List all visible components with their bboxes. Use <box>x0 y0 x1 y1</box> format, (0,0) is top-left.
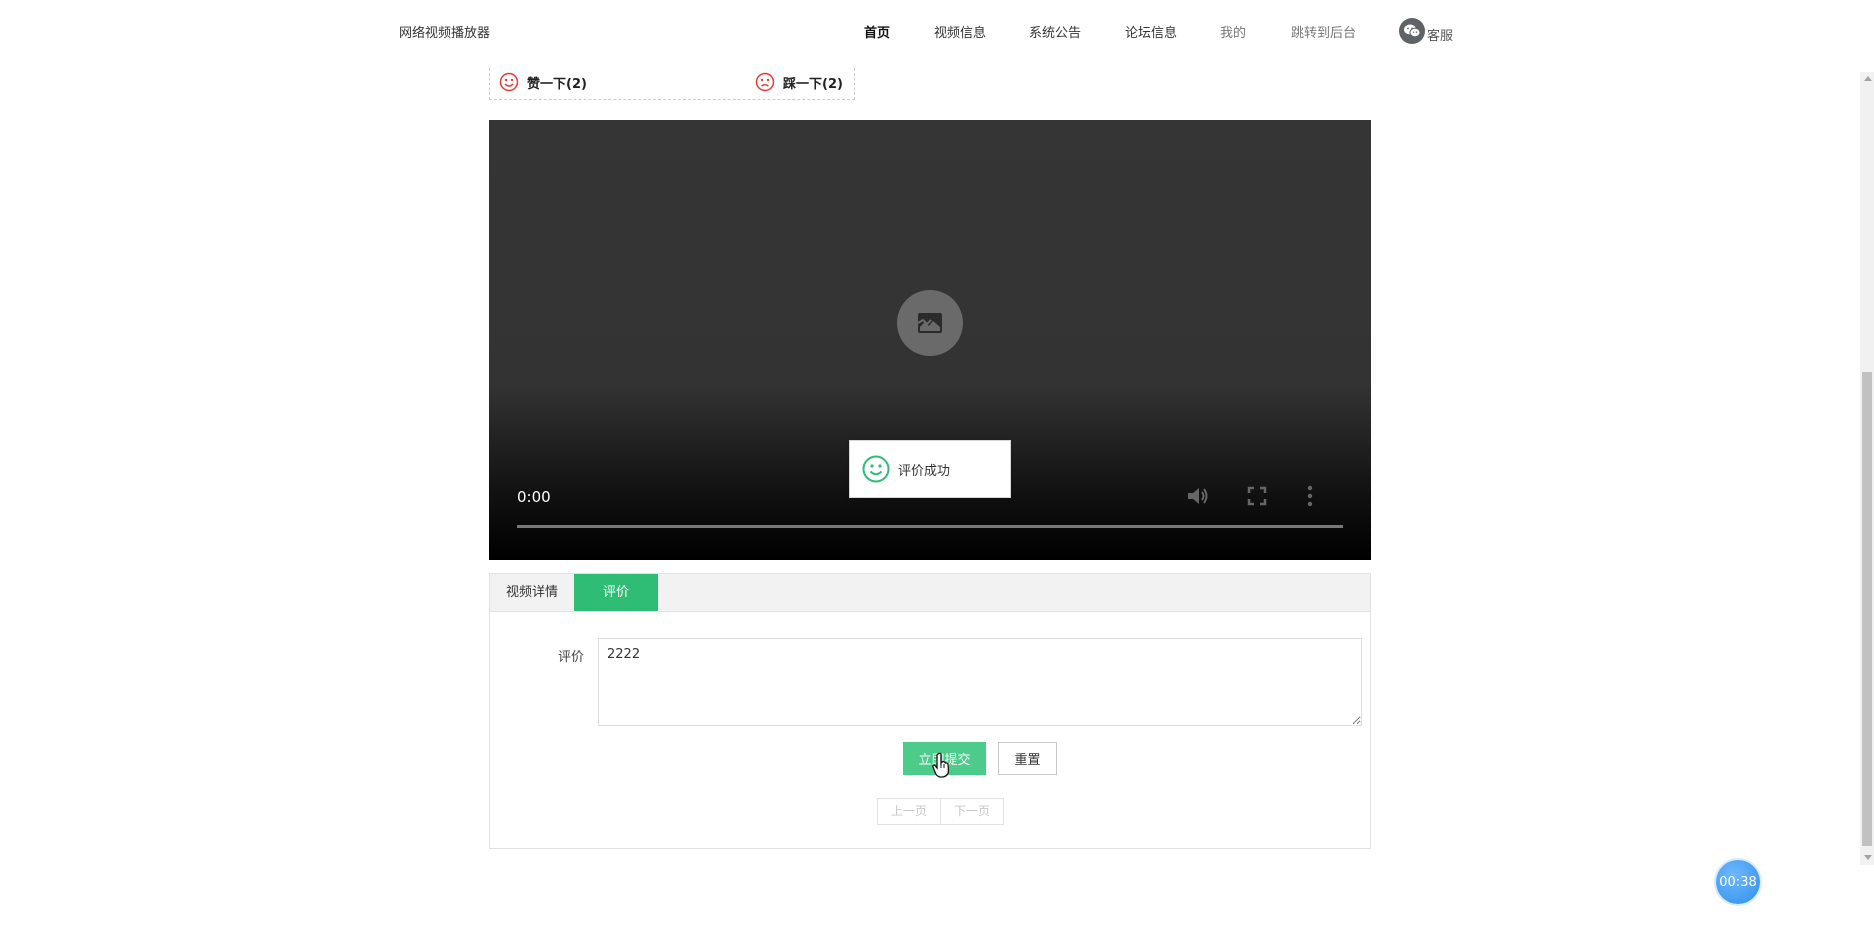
customer-service-link[interactable]: 客服 <box>1399 18 1453 44</box>
video-progress-bar[interactable] <box>517 525 1343 528</box>
pagination: 上一页 下一页 <box>877 798 1004 825</box>
comment-label: 评价 <box>558 650 585 665</box>
success-smile-icon <box>862 455 890 483</box>
like-label: 赞一下(2) <box>527 76 587 92</box>
nav-item-home[interactable]: 首页 <box>864 22 890 41</box>
nav-item-video-info[interactable]: 视频信息 <box>934 22 986 41</box>
timer-badge[interactable]: 00:38 <box>1716 860 1760 904</box>
nav-item-backend[interactable]: 跳转到后台 <box>1291 22 1356 41</box>
scrollbar-thumb[interactable] <box>1862 372 1872 846</box>
nav-item-mine[interactable]: 我的 <box>1220 22 1246 41</box>
next-page-button[interactable]: 下一页 <box>941 798 1004 825</box>
volume-icon[interactable] <box>1185 484 1211 508</box>
site-brand[interactable]: 网络视频播放器 <box>399 22 490 41</box>
smile-icon <box>499 72 519 92</box>
broken-image-icon <box>897 290 963 356</box>
scroll-down-arrow-icon[interactable] <box>1864 855 1872 860</box>
video-time: 0:00 <box>517 488 551 506</box>
nav-item-announcements[interactable]: 系统公告 <box>1029 22 1081 41</box>
tab-comments[interactable]: 评价 <box>574 574 658 611</box>
fullscreen-icon[interactable] <box>1245 484 1269 508</box>
customer-service-label: 客服 <box>1427 29 1454 44</box>
scroll-up-arrow-icon[interactable] <box>1864 76 1872 81</box>
detail-panel: 视频详情 评价 评价 2222 立即提交 重置 上一页 下一页 <box>489 573 1371 849</box>
dislike-label: 踩一下(2) <box>783 76 843 92</box>
success-toast: 评价成功 <box>849 440 1011 498</box>
vote-box: 赞一下(2) 踩一下(2) <box>489 68 855 100</box>
wechat-icon <box>1399 18 1425 44</box>
tab-video-details[interactable]: 视频详情 <box>490 574 574 611</box>
more-options-icon[interactable] <box>1305 484 1315 508</box>
tab-bar: 视频详情 评价 <box>490 574 1370 612</box>
prev-page-button[interactable]: 上一页 <box>877 798 941 825</box>
reset-button[interactable]: 重置 <box>998 742 1057 775</box>
comment-textarea[interactable]: 2222 <box>598 638 1362 726</box>
top-navbar: 网络视频播放器 首页 视频信息 系统公告 论坛信息 我的 跳转到后台 客服 <box>0 0 1860 60</box>
like-button[interactable]: 赞一下(2) <box>499 72 587 92</box>
sad-face-icon <box>755 72 775 92</box>
dislike-button[interactable]: 踩一下(2) <box>755 72 843 92</box>
nav-item-forum[interactable]: 论坛信息 <box>1125 22 1177 41</box>
toast-message: 评价成功 <box>898 463 951 479</box>
hand-cursor-icon <box>932 752 950 778</box>
